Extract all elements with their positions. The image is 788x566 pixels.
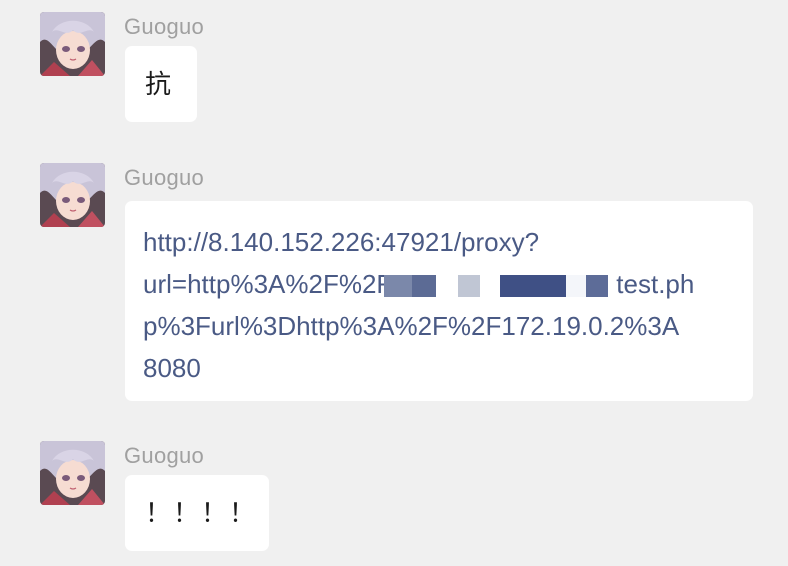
avatar[interactable]	[40, 163, 105, 227]
link-text-line[interactable]: 8080	[143, 347, 735, 389]
link-text-line[interactable]: http://8.140.152.226:47921/proxy?	[143, 221, 735, 263]
link-text-line[interactable]: p%3Furl%3Dhttp%3A%2F%2F172.19.0.2%3A	[143, 305, 735, 347]
message-bubble[interactable]: 抗	[125, 46, 197, 122]
avatar[interactable]	[40, 441, 105, 505]
message-bubble[interactable]: ！！！！	[125, 475, 269, 551]
anime-avatar-icon	[40, 12, 105, 76]
sender-name: Guoguo	[124, 165, 205, 190]
redacted-mosaic	[384, 275, 616, 298]
link-message-bubble[interactable]: http://8.140.152.226:47921/proxy? url=ht…	[125, 201, 753, 401]
anime-avatar-icon	[40, 163, 105, 227]
sender-name: Guoguo	[124, 443, 205, 468]
link-text-line[interactable]: url=http%3A%2F%2F test.ph	[143, 263, 735, 305]
link-text-suffix: test.ph	[616, 269, 695, 299]
link-text-prefix: url=http%3A%2F%2F	[143, 269, 393, 299]
anime-avatar-icon	[40, 441, 105, 505]
sender-name: Guoguo	[124, 14, 205, 39]
avatar[interactable]	[40, 12, 105, 76]
